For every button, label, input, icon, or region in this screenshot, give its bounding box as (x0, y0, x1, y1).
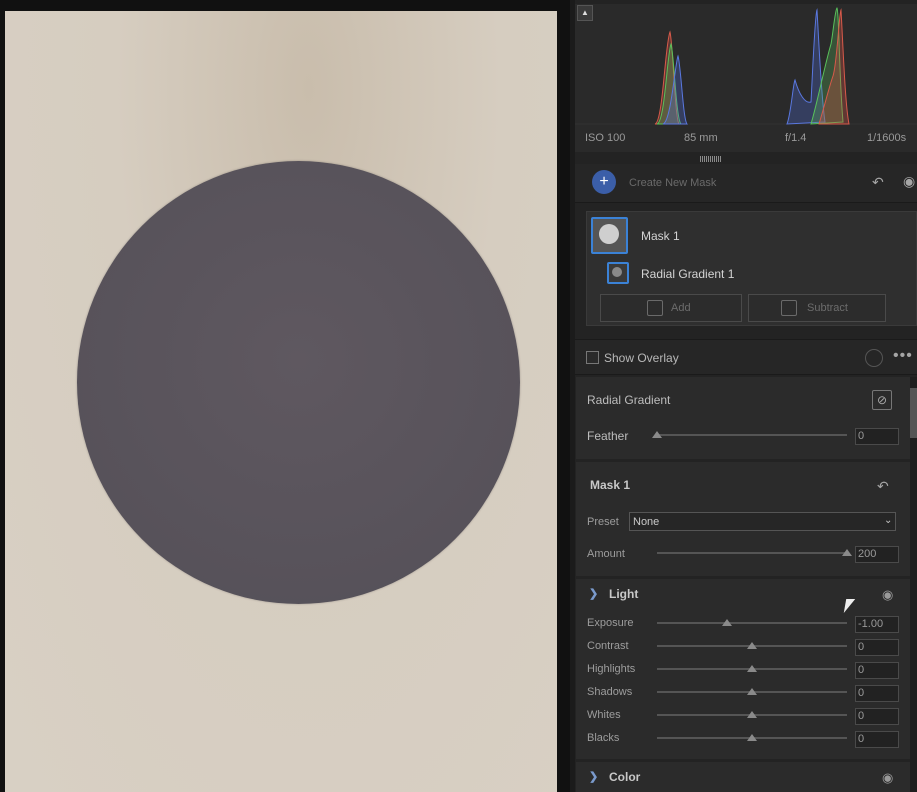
more-icon[interactable]: ••• (893, 347, 913, 365)
create-new-mask-button[interactable]: Create New Mask (629, 177, 716, 189)
subtract-mask-icon (781, 300, 797, 316)
light-slider-thumb[interactable] (747, 642, 757, 649)
mask-component-label[interactable]: Radial Gradient 1 (641, 267, 734, 281)
histogram: ▲ (575, 4, 917, 152)
light-slider-label: Highlights (587, 663, 636, 675)
panel-resize-handle[interactable] (700, 156, 722, 162)
feather-slider-thumb[interactable] (652, 431, 662, 438)
light-slider-value-field[interactable]: 0 (855, 708, 899, 725)
amount-slider-thumb[interactable] (842, 549, 852, 556)
light-slider-label: Blacks (587, 732, 620, 744)
add-button-label: Add (671, 302, 691, 314)
reset-icon[interactable]: ↶ (877, 478, 889, 495)
light-chevron-icon[interactable]: ❯ (589, 587, 598, 600)
radial-gradient-section (576, 377, 910, 459)
show-overlay-checkbox[interactable] (586, 351, 599, 364)
light-slider-value-field[interactable]: 0 (855, 731, 899, 748)
light-slider-thumb[interactable] (747, 734, 757, 741)
chevron-down-icon: ⌄ (884, 515, 893, 526)
shutter-readout: 1/1600s (867, 132, 907, 144)
light-slider-label: Exposure (587, 617, 634, 629)
radial-gradient-thumbnail-preview (612, 267, 622, 277)
preset-dropdown[interactable]: None (629, 512, 896, 531)
histogram-graph (575, 7, 917, 125)
light-slider-thumb[interactable] (747, 688, 757, 695)
light-slider-thumb[interactable] (747, 711, 757, 718)
plus-icon[interactable]: + (592, 170, 616, 194)
subtract-button[interactable]: Subtract (748, 294, 886, 322)
color-chevron-icon[interactable]: ❯ (589, 770, 598, 783)
feather-label: Feather (587, 429, 629, 443)
light-slider-label: Shadows (587, 686, 633, 698)
feather-value-field[interactable]: 0 (855, 428, 899, 445)
overlay-color-icon[interactable] (865, 349, 883, 367)
add-button[interactable]: Add (600, 294, 742, 322)
radial-gradient-title: Radial Gradient (587, 393, 671, 407)
aperture-readout: f/1.4 (785, 132, 807, 144)
radial-mask-overlay[interactable] (77, 161, 520, 604)
subtract-button-label: Subtract (807, 302, 848, 314)
light-section-title[interactable]: Light (609, 587, 638, 601)
light-slider-track[interactable] (657, 622, 847, 624)
amount-value-field[interactable]: 200 (855, 546, 899, 563)
light-slider-label: Whites (587, 709, 621, 721)
clipping-warning-icon[interactable]: ▲ (577, 5, 593, 21)
color-section-title[interactable]: Color (609, 770, 640, 784)
light-slider-value-field[interactable]: 0 (855, 639, 899, 656)
light-slider-thumb[interactable] (747, 665, 757, 672)
radial-gradient-icon[interactable]: ⊘ (872, 390, 892, 410)
add-mask-icon (647, 300, 663, 316)
iso-readout: ISO 100 (585, 132, 626, 144)
light-slider-thumb[interactable] (722, 619, 733, 626)
panel-scrollbar[interactable] (910, 377, 917, 792)
mask-section-title: Mask 1 (590, 478, 631, 492)
light-slider-value-field[interactable]: 0 (855, 662, 899, 679)
light-slider-value-field[interactable]: -1.00 (855, 616, 899, 633)
mask-thumbnail-preview (599, 224, 619, 244)
panel-scrollbar-thumb[interactable] (910, 388, 917, 438)
preset-label: Preset (587, 516, 619, 528)
eye-icon[interactable]: ◉ (882, 587, 893, 603)
focal-length-readout: 85 mm (684, 132, 718, 144)
mask-item-label[interactable]: Mask 1 (641, 229, 680, 243)
eye-icon[interactable]: ◉ (903, 173, 915, 190)
light-slider-value-field[interactable]: 0 (855, 685, 899, 702)
feather-slider[interactable] (657, 434, 847, 436)
amount-slider[interactable] (657, 552, 847, 554)
eye-icon[interactable]: ◉ (882, 770, 893, 786)
show-overlay-label[interactable]: Show Overlay (604, 351, 679, 365)
amount-label: Amount (587, 548, 625, 560)
light-slider-label: Contrast (587, 640, 629, 652)
undo-icon[interactable]: ↶ (872, 174, 884, 191)
create-mask-row (575, 164, 917, 203)
